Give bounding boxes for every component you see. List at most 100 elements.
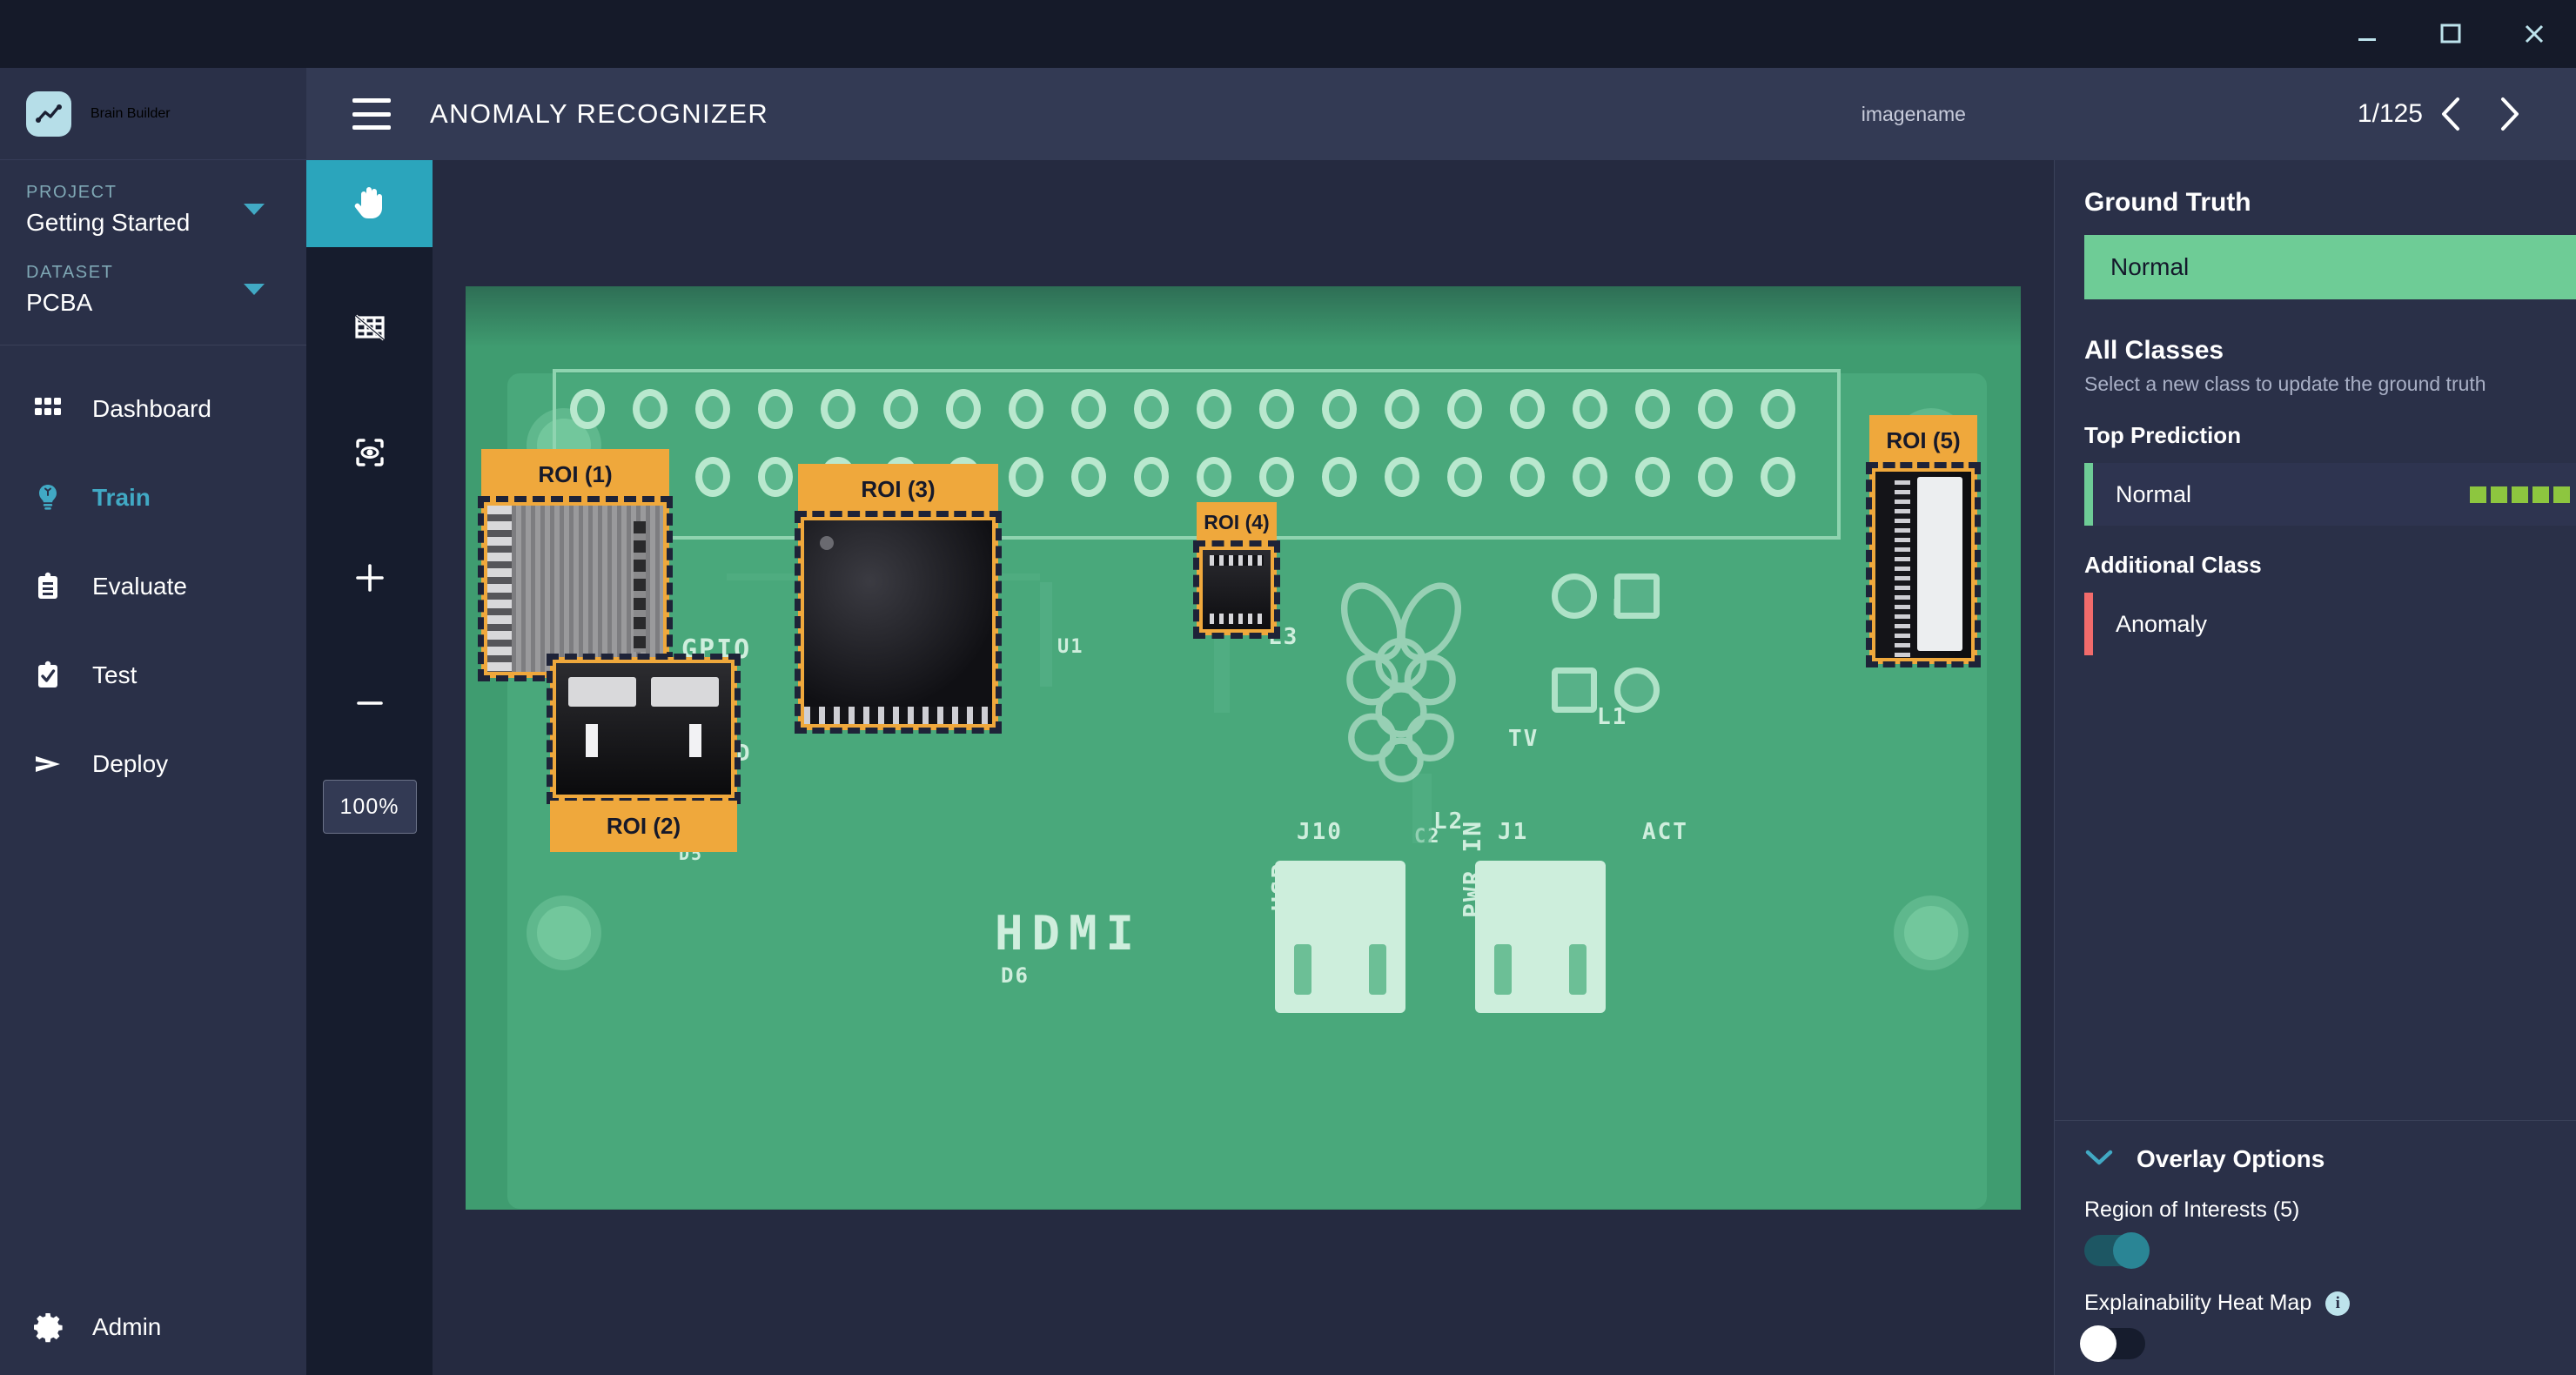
gear-icon (30, 1309, 66, 1345)
confidence-dot (2470, 486, 2486, 503)
gpio-pad (1071, 389, 1106, 429)
roi-option-text: Region of Interests (5) (2084, 1197, 2299, 1223)
roi-label: ROI (4) (1197, 502, 1277, 544)
gpio-pad (695, 457, 730, 497)
gpio-pad (1385, 457, 1419, 497)
gpio-pad (1761, 457, 1795, 497)
roi-option-label: Region of Interests (5) (2084, 1197, 2576, 1223)
class-row-additional[interactable]: Anomaly (2084, 593, 2576, 655)
sidebar: Brain Builder PROJECT Getting Started DA… (0, 68, 306, 1375)
gpio-pad (1009, 457, 1043, 497)
class-name: Anomaly (2093, 611, 2207, 638)
gpio-pad (946, 389, 981, 429)
plus-icon (352, 560, 388, 600)
minimize-button[interactable] (2325, 0, 2409, 68)
gpio-pad (1510, 457, 1545, 497)
class-row-top-prediction[interactable]: Normal (2084, 463, 2576, 526)
tool-rail: 100% (306, 160, 433, 1375)
dataset-value: PCBA (26, 289, 280, 317)
confidence-dots (2470, 486, 2570, 503)
pan-tool-button[interactable] (306, 160, 433, 247)
close-button[interactable] (2492, 0, 2576, 68)
gpio-pad (883, 389, 918, 429)
send-icon (30, 746, 66, 782)
additional-class-title: Additional Class (2055, 526, 2576, 579)
sidebar-item-admin[interactable]: Admin (0, 1279, 306, 1375)
overlay-options-header[interactable]: Overlay Options (2084, 1145, 2576, 1173)
sidebar-item-label: Test (92, 661, 137, 689)
grid-toggle-button[interactable] (306, 285, 433, 372)
roi-toggle[interactable] (2084, 1235, 2145, 1266)
overlay-options-title: Overlay Options (2137, 1145, 2324, 1173)
confidence-dot (2512, 486, 2528, 503)
topbar: ANOMALY RECOGNIZER imagename 1/125 (306, 68, 2576, 160)
sidebar-item-evaluate[interactable]: Evaluate (0, 542, 306, 631)
page-title: ANOMALY RECOGNIZER (430, 98, 768, 130)
gpio-pad (1447, 389, 1482, 429)
admin-label: Admin (92, 1313, 161, 1341)
gpio-pad (758, 389, 793, 429)
prev-image-button[interactable] (2423, 85, 2480, 143)
zoom-in-button[interactable] (306, 536, 433, 623)
roi-label: ROI (3) (798, 464, 998, 515)
sidebar-item-dashboard[interactable]: Dashboard (0, 365, 306, 453)
gpio-pad (1761, 389, 1795, 429)
gpio-pad (1698, 457, 1733, 497)
project-label: PROJECT (26, 183, 280, 203)
gpio-pad (1134, 457, 1169, 497)
maximize-button[interactable] (2409, 0, 2492, 68)
gpio-pad (821, 389, 855, 429)
project-selector[interactable]: PROJECT Getting Started (0, 160, 306, 240)
ground-truth-value: Normal (2084, 253, 2189, 281)
usb-connector (1275, 861, 1405, 1013)
lightbulb-icon (30, 480, 66, 516)
sidebar-item-test[interactable]: Test (0, 631, 306, 720)
dataset-selector[interactable]: DATASET PCBA (0, 240, 306, 320)
gpio-pad (758, 457, 793, 497)
image-canvas[interactable]: GPIO MICRO SD CARD HDMI D6 USB PWR IN J1… (433, 160, 2054, 1375)
confidence-dot (2553, 486, 2570, 503)
hand-icon (350, 182, 390, 226)
brand[interactable]: Brain Builder (0, 68, 306, 160)
raspberry-logo-icon (1318, 573, 1484, 782)
class-color-bar (2084, 593, 2093, 655)
next-image-button[interactable] (2480, 85, 2538, 143)
pcb-image: GPIO MICRO SD CARD HDMI D6 USB PWR IN J1… (466, 286, 2021, 1210)
chevron-down-icon (244, 204, 265, 215)
clipboard-check-icon (30, 657, 66, 694)
gpio-pad (1510, 389, 1545, 429)
grid-off-icon (351, 308, 389, 351)
gpio-pad (1447, 457, 1482, 497)
ground-truth-chip[interactable]: Normal (2084, 235, 2576, 299)
gpio-pad (1385, 389, 1419, 429)
heatmap-toggle[interactable] (2084, 1328, 2145, 1359)
page-counter: 1/125 (2358, 99, 2423, 129)
right-panel: Ground Truth Normal All Classes Select a… (2054, 160, 2576, 1375)
gpio-pad (1071, 457, 1106, 497)
dataset-label: DATASET (26, 263, 280, 283)
gpio-pad (1197, 389, 1231, 429)
zoom-level-display[interactable]: 100% (323, 780, 417, 834)
sidebar-item-label: Train (92, 484, 151, 512)
class-name: Normal (2093, 481, 2191, 508)
roi-box (481, 500, 669, 678)
pwr-connector (1475, 861, 1606, 1013)
roi-label: ROI (1) (481, 449, 669, 500)
heatmap-option-text: Explainability Heat Map (2084, 1291, 2311, 1316)
gpio-pad (1259, 457, 1294, 497)
heatmap-option-label: Explainability Heat Map i (2084, 1291, 2576, 1316)
sidebar-item-deploy[interactable]: Deploy (0, 720, 306, 808)
window-titlebar (0, 0, 2576, 68)
sidebar-item-train[interactable]: Train (0, 453, 306, 542)
hamburger-icon[interactable] (352, 98, 391, 130)
roi-box (798, 514, 998, 730)
zoom-out-button[interactable] (306, 661, 433, 748)
confidence-dot (2532, 486, 2549, 503)
info-icon[interactable]: i (2325, 1291, 2350, 1316)
clipboard-lines-icon (30, 568, 66, 605)
gpio-pad (1322, 389, 1357, 429)
focus-target-icon (351, 433, 389, 476)
sidebar-item-label: Evaluate (92, 573, 187, 600)
fit-to-screen-button[interactable] (306, 411, 433, 498)
chevron-down-icon (2084, 1148, 2114, 1171)
